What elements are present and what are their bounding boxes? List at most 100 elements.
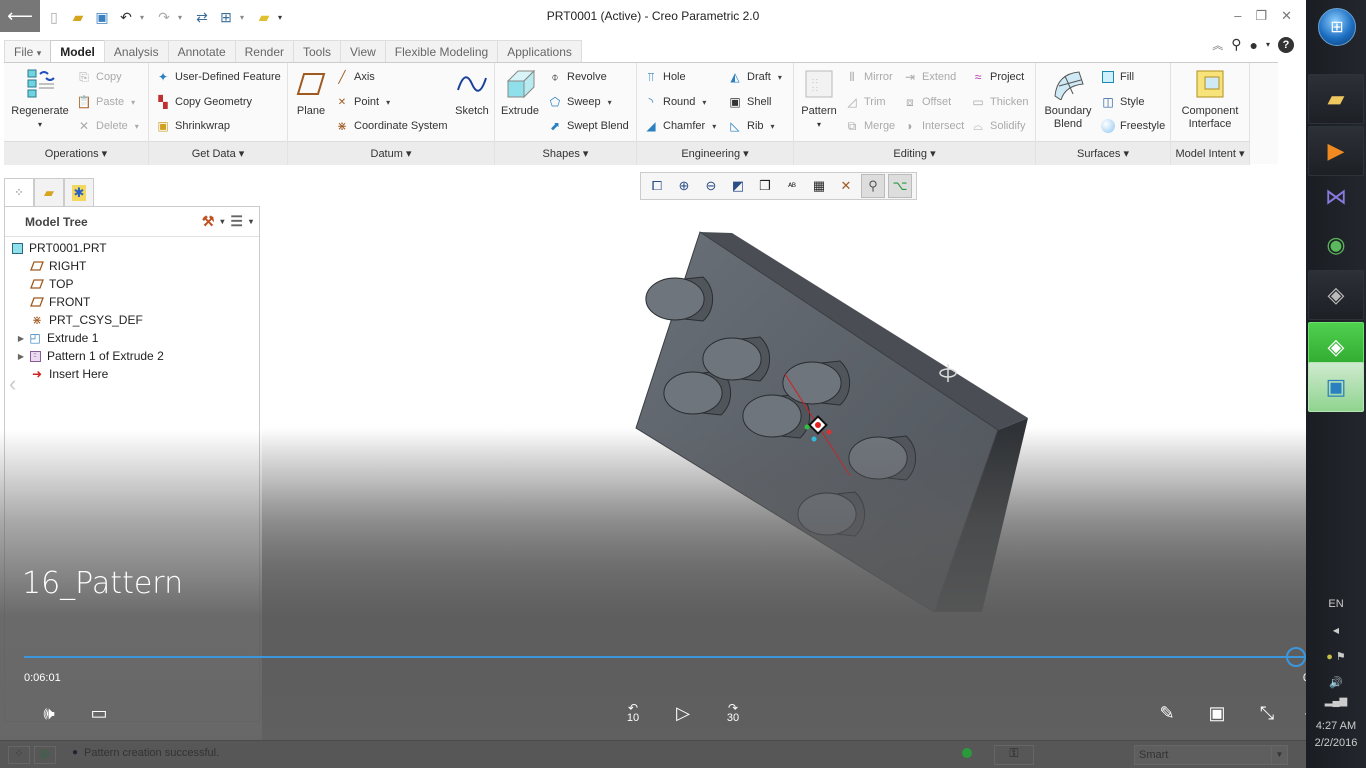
tree-item-csys[interactable]: ⋇ PRT_CSYS_DEF	[5, 311, 259, 329]
skip-forward-button[interactable]: ↷ 30	[718, 700, 748, 726]
engineering-group-label[interactable]: Engineering ▾	[637, 141, 793, 165]
find-icon[interactable]: ⚿	[994, 745, 1034, 765]
shell-button[interactable]: ▣ Shell	[727, 93, 771, 111]
operations-group-label[interactable]: Operations ▾	[4, 141, 148, 165]
sweep-button[interactable]: ⬠ Sweep ▾	[547, 93, 612, 111]
collapse-panel-icon[interactable]: ‹	[9, 371, 16, 397]
show-dropdown-icon[interactable]: ▾	[249, 217, 253, 226]
boundary-blend-button[interactable]: Boundary Blend	[1040, 67, 1096, 131]
draft-button[interactable]: ◭ Draft ▾	[727, 68, 781, 86]
tab-file[interactable]: File ▾	[4, 40, 52, 62]
tab-render[interactable]: Render	[234, 40, 294, 62]
clock-date[interactable]: 2/2/2016	[1306, 737, 1366, 749]
search-icon[interactable]: ⚲	[1231, 36, 1241, 53]
graphics-area[interactable]: ⧠ ⊕ ⊖ ◩ ❒ ᴬᴮ ▦ ✕ ⚲ ⌥	[262, 166, 1306, 740]
skip-back-button[interactable]: ↶ 10	[618, 700, 648, 726]
mini-view-button[interactable]: ▣	[1202, 700, 1232, 726]
edit-button[interactable]: ✎	[1152, 700, 1182, 726]
tree-item-insert-here[interactable]: ➜ Insert Here	[5, 365, 259, 383]
selection-filter-select[interactable]: Smart ▼	[1134, 745, 1288, 765]
start-button[interactable]: ⊞	[1318, 8, 1356, 46]
freestyle-button[interactable]: Freestyle	[1100, 117, 1165, 135]
seek-bar[interactable]	[24, 656, 1306, 658]
shapes-group-label[interactable]: Shapes ▾	[495, 141, 636, 165]
tray-volume-icon[interactable]: 🔊	[1306, 676, 1366, 689]
community-dropdown-icon[interactable]: ▾	[1266, 40, 1270, 49]
folder-browser-tab[interactable]: ▰	[34, 178, 64, 206]
plane-button[interactable]: Plane	[292, 67, 330, 118]
project-button[interactable]: ≈ Project	[970, 68, 1025, 86]
copy-geometry-button[interactable]: ▚ Copy Geometry	[155, 93, 252, 111]
fill-button[interactable]: Fill	[1100, 68, 1134, 86]
settings-icon[interactable]: ⚒	[202, 213, 215, 230]
revolve-button[interactable]: ⌽ Revolve	[547, 68, 606, 86]
merge-button[interactable]: ⧉ Merge	[844, 117, 895, 135]
browser-toggle-icon[interactable]: ◎	[34, 746, 56, 764]
tree-item-front[interactable]: FRONT	[5, 293, 259, 311]
pattern-button[interactable]: : :: : Pattern ▾	[798, 67, 840, 131]
tree-item-top[interactable]: TOP	[5, 275, 259, 293]
tree-item-extrude-1[interactable]: ▶ ◰ Extrude 1	[5, 329, 259, 347]
exit-fullscreen-button[interactable]: ⤡	[1252, 700, 1282, 726]
tree-item-part[interactable]: PRT0001.PRT	[5, 239, 259, 257]
clock-time[interactable]: 4:27 AM	[1306, 720, 1366, 732]
solidify-button[interactable]: ⌓ Solidify	[970, 117, 1025, 135]
expand-icon[interactable]: ▶	[15, 334, 27, 343]
taskbar-creo[interactable]: ◈	[1308, 270, 1364, 320]
help-icon[interactable]: ?	[1278, 36, 1294, 53]
paste-button[interactable]: 📋 Paste ▾	[76, 93, 136, 111]
language-indicator[interactable]: EN	[1306, 598, 1366, 610]
round-button[interactable]: ◝ Round ▾	[643, 93, 707, 111]
copy-button[interactable]: ⎘ Copy	[76, 68, 122, 86]
model-tree-toggle-icon[interactable]: ⁘	[8, 746, 30, 764]
swept-blend-button[interactable]: ⬈ Swept Blend	[547, 117, 629, 135]
minimize-icon[interactable]: –	[1234, 8, 1241, 24]
signal-icon[interactable]: ▂▄▆	[1306, 696, 1366, 707]
tree-item-right[interactable]: RIGHT	[5, 257, 259, 275]
taskbar-app-green[interactable]: ◉	[1308, 220, 1364, 270]
surfaces-group-label[interactable]: Surfaces ▾	[1036, 141, 1170, 165]
tab-tools[interactable]: Tools	[292, 40, 341, 62]
extrude-button[interactable]: Extrude	[499, 67, 541, 118]
show-icon[interactable]: ☰	[230, 213, 243, 230]
intersect-button[interactable]: ◗ Intersect	[902, 117, 964, 135]
tab-view[interactable]: View	[340, 40, 386, 62]
captions-button[interactable]: ▭	[84, 700, 114, 726]
tab-annotate[interactable]: Annotate	[167, 40, 236, 62]
tab-flexible-modeling[interactable]: Flexible Modeling	[384, 40, 499, 62]
expand-icon[interactable]: ▶	[15, 352, 27, 361]
style-button[interactable]: ◫ Style	[1100, 93, 1144, 111]
hole-button[interactable]: ⫪ Hole	[643, 68, 686, 86]
play-button[interactable]: ▷	[668, 700, 698, 726]
community-icon[interactable]: ●	[1250, 37, 1258, 53]
user-defined-feature-button[interactable]: ✦ User-Defined Feature	[155, 68, 281, 86]
get-data-group-label[interactable]: Get Data ▾	[149, 141, 287, 165]
settings-dropdown-icon[interactable]: ▾	[220, 217, 224, 226]
offset-button[interactable]: ⧈ Offset	[902, 93, 951, 111]
point-button[interactable]: ✕ Point ▾	[334, 93, 390, 111]
tab-model[interactable]: Model	[50, 40, 105, 63]
coordinate-system-button[interactable]: ⋇ Coordinate System	[334, 117, 448, 135]
editing-group-label[interactable]: Editing ▾	[794, 141, 1035, 165]
restore-icon[interactable]: ❐	[1255, 8, 1267, 24]
mirror-button[interactable]: ⫴ Mirror	[844, 68, 892, 86]
close-icon[interactable]: ✕	[1281, 8, 1292, 24]
tray-expand-icon[interactable]: ◀	[1306, 626, 1366, 635]
taskbar-slideshow[interactable]: ▣	[1308, 362, 1364, 412]
sketch-button[interactable]: Sketch	[452, 67, 492, 118]
component-interface-button[interactable]: Component Interface	[1175, 67, 1245, 131]
rib-button[interactable]: ◺ Rib ▾	[727, 117, 774, 135]
trim-button[interactable]: ◿ Trim	[844, 93, 885, 111]
regenerate-button[interactable]: Regenerate ▾	[6, 67, 74, 131]
axis-button[interactable]: ╱ Axis	[334, 68, 374, 86]
chamfer-button[interactable]: ◢ Chamfer ▾	[643, 117, 716, 135]
delete-button[interactable]: ✕ Delete ▾	[76, 117, 139, 135]
thicken-button[interactable]: ▭ Thicken	[970, 93, 1028, 111]
taskbar-visual-studio[interactable]: ⋈	[1308, 172, 1364, 222]
extend-button[interactable]: ⇥ Extend	[902, 68, 956, 86]
volume-button[interactable]: 🕪	[34, 700, 64, 726]
taskbar-explorer[interactable]: ▰	[1308, 74, 1364, 124]
model-tree-tab[interactable]: ⁘	[4, 178, 34, 206]
action-center-icon[interactable]: ⚑	[1336, 651, 1346, 663]
network-icon[interactable]: ●	[1326, 651, 1333, 663]
